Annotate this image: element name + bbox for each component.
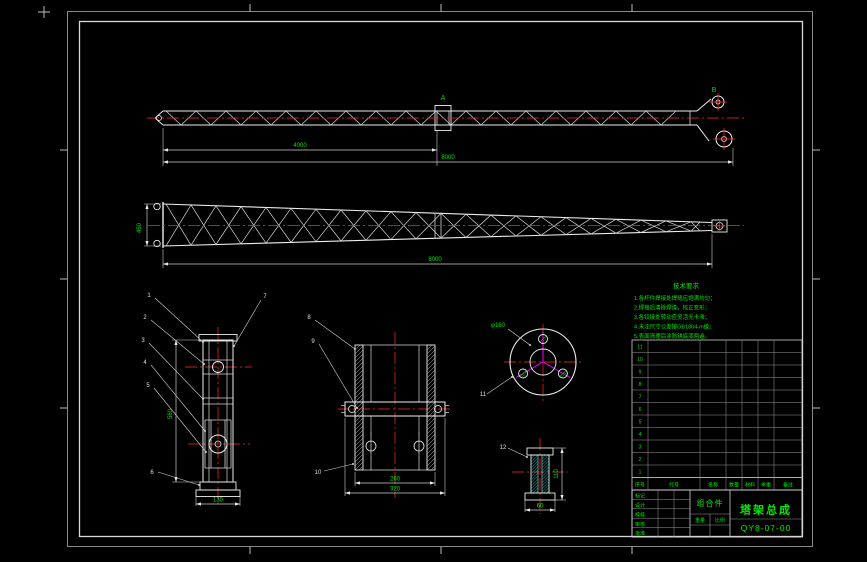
dim-boom2-height: 450	[137, 222, 143, 233]
bom-seq: 11	[637, 345, 642, 351]
titleblock-sig-row: 设计	[635, 502, 645, 509]
drawing-sheet: 1234567891011 A B 4000 8000 8000 450 560…	[38, 4, 820, 554]
tech-note-line: 5.表面清理后涂防锈底漆两遍。	[634, 332, 710, 340]
callout-6: 6	[150, 470, 154, 476]
bom-seq: 9	[639, 370, 642, 376]
tech-note-line: 3.各铰接处转动应灵活无卡滞；	[634, 313, 710, 321]
drawing-geometry: 1234567891011	[38, 4, 820, 554]
tech-note-line: 2.焊接后清除焊渣，校正变形；	[634, 304, 710, 312]
dim-d4-height: 110	[554, 469, 560, 479]
tech-notes-title: 技术要求	[673, 281, 700, 290]
view-label-b: B	[712, 87, 717, 94]
dim-d1-height: 560	[168, 408, 174, 419]
cad-canvas: 1 2 3 4 5 6 7 8 9 10 11 A B 4000 8000 8000 450 560…	[0, 0, 867, 562]
drawing-labels: A B 4000 8000 8000 450 560 130 260 320 φ…	[137, 87, 793, 537]
callout-11: 11	[480, 392, 487, 398]
bom-seq: 10	[637, 357, 643, 363]
titleblock-sig-row: 校核	[635, 512, 645, 519]
callout-2: 2	[143, 315, 147, 321]
callout-7: 7	[263, 294, 267, 300]
bom-header-code: 代号	[669, 482, 679, 489]
titleblock-assembly: 组合件	[697, 498, 724, 508]
view-label-a: A	[441, 95, 446, 102]
bom-header-seq: 序号	[635, 482, 645, 489]
callout-3: 3	[141, 338, 145, 344]
bom-header-material: 材料	[745, 482, 755, 489]
callout-4: 4	[143, 360, 147, 366]
bom-seq: 7	[639, 395, 642, 401]
dim-d2-width: 260	[390, 477, 401, 483]
callout-9: 9	[311, 339, 315, 345]
bom-seq: 5	[639, 420, 642, 426]
dim-d4-width: 60	[537, 504, 544, 510]
dim-boom2-total: 8000	[428, 257, 442, 263]
bom-header-name: 名称	[708, 482, 718, 489]
dim-d1-width: 130	[213, 498, 224, 504]
dim-d2-outer: 320	[390, 487, 401, 493]
titleblock-weight-label: 重量	[695, 517, 705, 524]
bom-seq: 1	[639, 470, 642, 476]
dim-boom1-part: 4000	[293, 143, 307, 149]
titleblock-sig-row: 审核	[635, 521, 645, 528]
titleblock-sig-row: 标记	[635, 493, 645, 500]
bom-seq: 6	[639, 407, 642, 413]
callout-10: 10	[315, 470, 322, 476]
bom-header-weight: 单重	[761, 482, 771, 489]
bom-seq: 3	[639, 445, 642, 451]
titleblock-drawing-number: QY8-07-00	[741, 523, 792, 533]
callout-8: 8	[307, 315, 311, 321]
titleblock-scale-label: 比例	[715, 517, 725, 524]
tech-note-line: 4.未注尺寸公差按GB1804-m级；	[634, 323, 715, 331]
bom-seq: 8	[639, 382, 642, 388]
titleblock-sig-row: 批准	[635, 530, 645, 537]
callout-12: 12	[500, 445, 507, 451]
bom-seq: 4	[639, 432, 642, 438]
dim-flange-dia: φ160	[491, 323, 506, 329]
bom-header-qty: 数量	[729, 482, 739, 489]
dim-boom1-total: 8000	[441, 155, 455, 161]
bom-seq: 2	[639, 457, 642, 463]
bom-header-notes: 备注	[783, 482, 793, 489]
callout-1: 1	[147, 293, 151, 299]
titleblock-drawing-title: 塔架总成	[740, 503, 792, 517]
callout-5: 5	[146, 383, 150, 389]
tech-note-line: 1.各杆件焊接处焊缝应饱满均匀；	[634, 294, 716, 302]
